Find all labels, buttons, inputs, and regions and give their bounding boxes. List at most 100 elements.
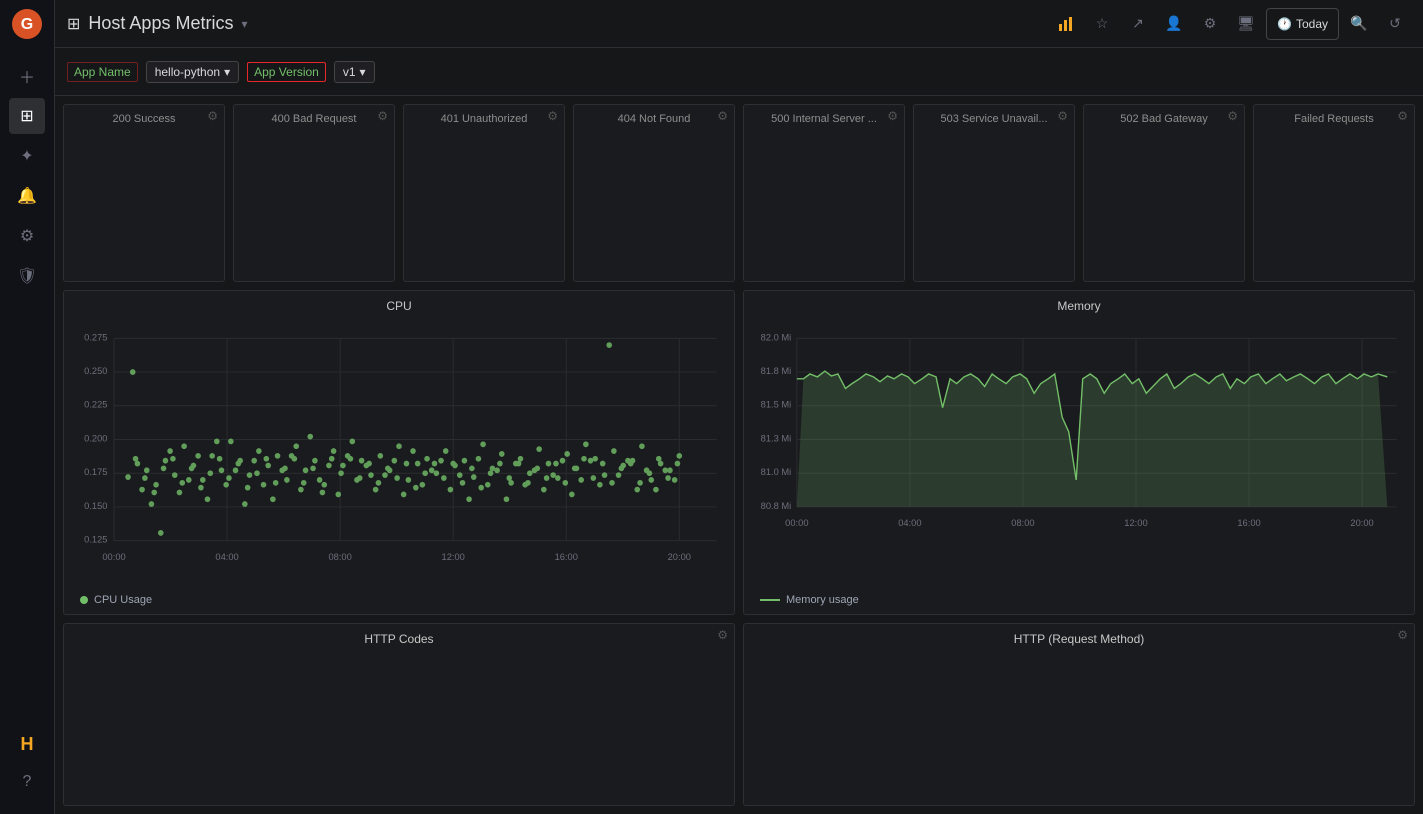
svg-text:12:00: 12:00: [1124, 518, 1147, 529]
svg-text:0.225: 0.225: [84, 399, 107, 410]
sidebar-item-add[interactable]: ＋: [9, 58, 45, 94]
http-codes-content: [72, 654, 726, 801]
panel-failed-title: Failed Requests: [1262, 109, 1406, 129]
panel-200-content: [72, 129, 216, 277]
panel-400-bad-request: 400 Bad Request ⚙: [233, 104, 395, 282]
http-codes-title: HTTP Codes: [72, 628, 726, 654]
cpu-chart-title: CPU: [72, 295, 726, 321]
sidebar-item-question[interactable]: ?: [9, 764, 45, 800]
cpu-legend: CPU Usage: [72, 590, 726, 610]
panel-503-gear[interactable]: ⚙: [1057, 109, 1068, 123]
app-version-value: v1: [343, 65, 356, 79]
svg-text:12:00: 12:00: [442, 551, 465, 562]
settings-button[interactable]: ⚙: [1194, 8, 1226, 40]
bottom-row: HTTP Codes ⚙ HTTP (Request Method) ⚙: [63, 623, 1415, 806]
chart-bar-button[interactable]: [1050, 8, 1082, 40]
svg-text:82.0 Mi: 82.0 Mi: [761, 332, 792, 343]
http-method-gear[interactable]: ⚙: [1397, 628, 1408, 642]
sidebar-bottom: H ?: [9, 724, 45, 814]
sidebar: G ＋ ⊞ ✦ 🔔 ⚙ 🛡 H ?: [0, 0, 55, 814]
panel-401-gear[interactable]: ⚙: [547, 109, 558, 123]
panel-404-gear[interactable]: ⚙: [717, 109, 728, 123]
user-button[interactable]: 👤: [1158, 8, 1190, 40]
dashboard-title: Host Apps Metrics: [88, 13, 233, 34]
search-button[interactable]: 🔍: [1343, 8, 1375, 40]
svg-text:80.8 Mi: 80.8 Mi: [761, 500, 792, 511]
http-method-content: [752, 654, 1406, 801]
svg-text:0.275: 0.275: [84, 332, 107, 343]
sidebar-item-help[interactable]: H: [9, 726, 45, 762]
svg-text:81.5 Mi: 81.5 Mi: [761, 399, 792, 410]
panel-200-title: 200 Success: [72, 109, 216, 129]
panel-failed-requests: Failed Requests ⚙: [1253, 104, 1415, 282]
panel-502-title: 502 Bad Gateway: [1092, 109, 1236, 129]
svg-text:81.3 Mi: 81.3 Mi: [761, 433, 792, 444]
svg-text:0.150: 0.150: [84, 500, 107, 511]
today-label: Today: [1296, 17, 1328, 31]
svg-text:0.175: 0.175: [84, 467, 107, 478]
monitor-button[interactable]: 🖥: [1230, 8, 1262, 40]
dashboard: 200 Success ⚙ 400 Bad Request ⚙ 401 Unau…: [55, 96, 1423, 814]
panel-502-gear[interactable]: ⚙: [1227, 109, 1238, 123]
svg-text:0.200: 0.200: [84, 433, 107, 444]
panel-200-gear[interactable]: ⚙: [207, 109, 218, 123]
svg-text:20:00: 20:00: [1350, 518, 1373, 529]
panel-400-content: [242, 129, 386, 277]
http-codes-gear[interactable]: ⚙: [717, 628, 728, 642]
svg-text:81.0 Mi: 81.0 Mi: [761, 467, 792, 478]
filter-bar: App Name hello-python ▾ App Version v1 ▾: [55, 48, 1423, 96]
grafana-logo[interactable]: G: [11, 8, 43, 40]
memory-chart-area: 82.0 Mi 81.8 Mi 81.5 Mi 81.3 Mi 81.0 Mi …: [752, 321, 1406, 591]
svg-text:16:00: 16:00: [1237, 518, 1260, 529]
panel-400-gear[interactable]: ⚙: [377, 109, 388, 123]
main-content: ⊞ Host Apps Metrics ▾ ☆ ↗ 👤 ⚙ 🖥 🕐 Today …: [55, 0, 1423, 814]
memory-chart-title: Memory: [752, 295, 1406, 321]
http-method-title: HTTP (Request Method): [752, 628, 1406, 654]
panel-503-content: [922, 129, 1066, 277]
sidebar-item-alerts[interactable]: 🔔: [9, 178, 45, 214]
panel-404-content: [582, 129, 726, 277]
app-name-label: App Name: [67, 62, 138, 82]
panel-503-unavailable: 503 Service Unavail... ⚙: [913, 104, 1075, 282]
cpu-chart-panel: CPU 0.275 0.250 0.225 0.200 0.175 0.150 …: [63, 290, 735, 616]
memory-line-svg: 82.0 Mi 81.8 Mi 81.5 Mi 81.3 Mi 81.0 Mi …: [752, 321, 1406, 591]
metrics-row: 200 Success ⚙ 400 Bad Request ⚙ 401 Unau…: [63, 104, 1415, 282]
memory-legend-label: Memory usage: [786, 594, 859, 606]
sidebar-item-shield[interactable]: 🛡: [9, 258, 45, 294]
header-left: ⊞ Host Apps Metrics ▾: [67, 13, 247, 34]
svg-text:16:00: 16:00: [555, 551, 578, 562]
panel-500-gear[interactable]: ⚙: [887, 109, 898, 123]
memory-legend-line: [760, 599, 780, 601]
today-button[interactable]: 🕐 Today: [1266, 8, 1339, 40]
share-button[interactable]: ↗: [1122, 8, 1154, 40]
grid-icon: ⊞: [67, 14, 80, 34]
panel-502-content: [1092, 129, 1236, 277]
svg-text:81.8 Mi: 81.8 Mi: [761, 366, 792, 377]
memory-chart-panel: Memory 82.0 Mi 81.8 Mi 81.5 Mi 81.3 Mi 8…: [743, 290, 1415, 616]
cpu-scatter-svg: 0.275 0.250 0.225 0.200 0.175 0.150 0.12…: [72, 321, 726, 591]
memory-legend: Memory usage: [752, 590, 1406, 610]
panel-404-title: 404 Not Found: [582, 109, 726, 129]
dropdown-arrow-2-icon: ▾: [360, 65, 366, 79]
svg-text:20:00: 20:00: [668, 551, 691, 562]
panel-500-content: [752, 129, 896, 277]
app-name-select[interactable]: hello-python ▾: [146, 61, 239, 83]
panel-401-title: 401 Unauthorized: [412, 109, 556, 129]
cpu-chart-area: 0.275 0.250 0.225 0.200 0.175 0.150 0.12…: [72, 321, 726, 591]
panel-500-title: 500 Internal Server ...: [752, 109, 896, 129]
panel-400-title: 400 Bad Request: [242, 109, 386, 129]
header-right: ☆ ↗ 👤 ⚙ 🖥 🕐 Today 🔍 ↺: [1050, 8, 1411, 40]
svg-text:00:00: 00:00: [785, 518, 808, 529]
refresh-button[interactable]: ↺: [1379, 8, 1411, 40]
panel-failed-gear[interactable]: ⚙: [1397, 109, 1408, 123]
sidebar-item-starred[interactable]: ✦: [9, 138, 45, 174]
cpu-legend-label: CPU Usage: [94, 594, 152, 606]
sidebar-item-settings[interactable]: ⚙: [9, 218, 45, 254]
star-button[interactable]: ☆: [1086, 8, 1118, 40]
app-version-select[interactable]: v1 ▾: [334, 61, 375, 83]
panel-401-unauthorized: 401 Unauthorized ⚙: [403, 104, 565, 282]
app-version-label: App Version: [247, 62, 326, 82]
sidebar-item-apps[interactable]: ⊞: [9, 98, 45, 134]
title-dropdown-icon[interactable]: ▾: [241, 17, 247, 31]
app-name-value: hello-python: [155, 65, 220, 79]
